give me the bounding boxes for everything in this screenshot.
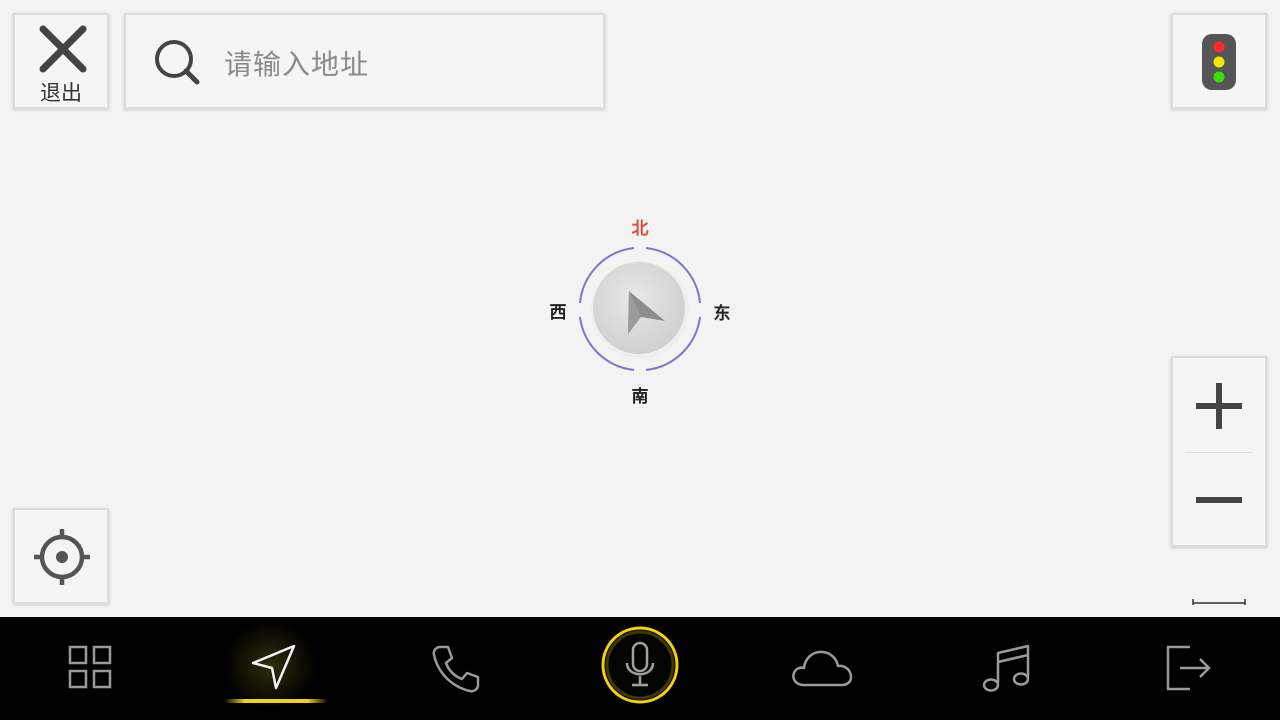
compass-south-label: 南	[631, 387, 649, 407]
nav-cloud-button[interactable]	[752, 617, 892, 720]
close-icon	[39, 25, 87, 73]
exit-label: 退出	[40, 81, 82, 105]
microphone-icon	[601, 626, 679, 704]
compass-west-label: 西	[549, 303, 567, 323]
nav-music-button[interactable]	[938, 617, 1078, 720]
phone-icon	[432, 645, 480, 693]
apps-grid-icon	[68, 645, 112, 689]
compass-north-label: 北	[631, 219, 649, 239]
nav-exit-button[interactable]	[1120, 617, 1260, 720]
nav-apps-button[interactable]	[20, 617, 160, 720]
navigation-icon	[251, 644, 296, 690]
traffic-toggle-button[interactable]	[1171, 13, 1267, 109]
search-input[interactable]: 请输入地址	[224, 43, 369, 83]
search-icon	[155, 40, 200, 85]
traffic-light-icon	[1202, 34, 1236, 90]
zoom-in-button[interactable]	[1173, 358, 1265, 452]
logout-icon	[1166, 645, 1211, 691]
map-scale-bar	[1192, 599, 1246, 605]
nav-active-indicator	[224, 699, 328, 703]
nav-phone-button[interactable]	[386, 617, 526, 720]
locate-button[interactable]	[13, 508, 109, 604]
cloud-icon	[792, 650, 853, 687]
compass-east-label: 东	[713, 304, 731, 324]
zoom-controls	[1171, 356, 1267, 547]
crosshair-icon	[34, 529, 90, 585]
nav-navigation-button[interactable]	[200, 617, 340, 720]
zoom-out-button[interactable]	[1173, 453, 1265, 545]
music-icon	[982, 644, 1030, 692]
search-box[interactable]: 请输入地址	[124, 13, 605, 109]
nav-voice-button[interactable]	[570, 617, 710, 720]
exit-button[interactable]: 退出	[13, 13, 109, 109]
plus-icon	[1196, 383, 1242, 429]
bottom-nav-bar	[0, 617, 1280, 720]
minus-icon	[1196, 497, 1242, 503]
compass: 北 南 西 东	[540, 210, 740, 410]
